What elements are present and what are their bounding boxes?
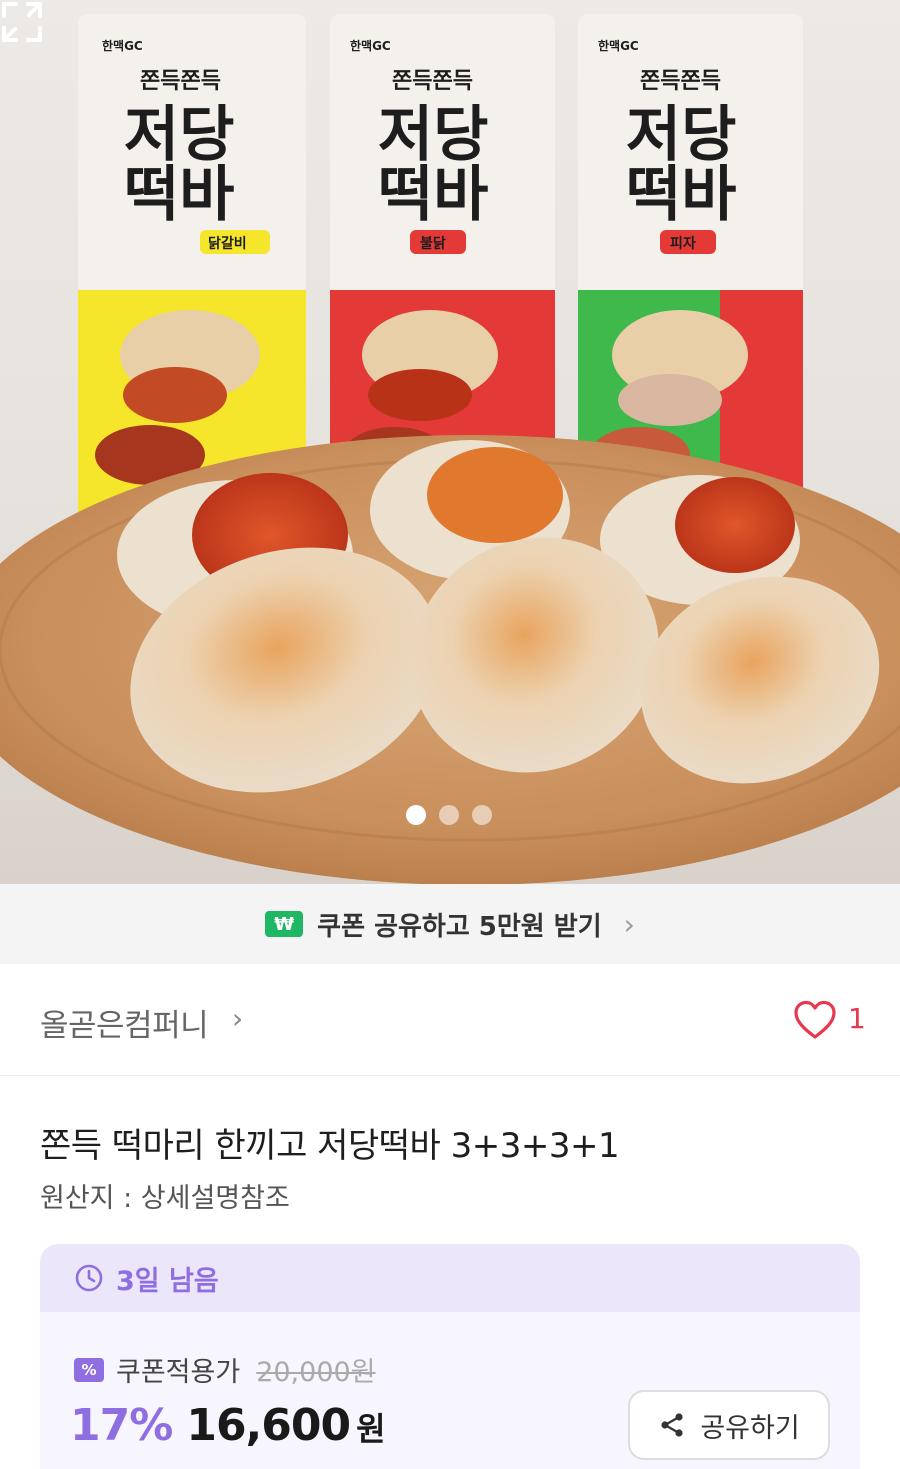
origin-info: 원산지 : 상세설명참조	[40, 1183, 290, 1214]
carousel-dots[interactable]	[406, 805, 492, 825]
coupon-share-banner[interactable]: ₩ 쿠폰 공유하고 5만원 받기 ›	[0, 884, 900, 964]
seller-name-link[interactable]: 올곧은컴퍼니	[40, 1000, 209, 1045]
svg-text:한맥GC: 한맥GC	[350, 38, 391, 53]
svg-text:피자: 피자	[670, 236, 696, 252]
svg-text:닭갈비: 닭갈비	[208, 235, 247, 252]
svg-text:떡바: 떡바	[124, 160, 234, 230]
coupon-banner-text: 쿠폰 공유하고 5만원 받기	[317, 911, 602, 942]
time-left-text: 3일 남음	[116, 1265, 219, 1297]
product-title: 쫀득 떡마리 한끼고 저당떡바 3+3+3+1	[40, 1126, 620, 1166]
coupon-price-label: 쿠폰적용가	[116, 1357, 241, 1388]
svg-text:쫀득쫀득: 쫀득쫀득	[640, 69, 721, 94]
svg-text:한맥GC: 한맥GC	[102, 38, 143, 53]
svg-text:쫀득쫀득: 쫀득쫀득	[392, 69, 473, 94]
final-price-row: 17% 16,600 원	[70, 1400, 386, 1451]
time-left-banner: 3일 남음	[40, 1244, 860, 1312]
svg-text:떡바: 떡바	[378, 160, 488, 230]
carousel-dot-1[interactable]	[406, 805, 426, 825]
final-price: 16,600	[186, 1400, 351, 1451]
share-button[interactable]: 공유하기	[628, 1390, 830, 1460]
share-icon	[661, 1413, 683, 1437]
svg-text:떡바: 떡바	[626, 160, 736, 230]
svg-text:한맥GC: 한맥GC	[598, 38, 639, 53]
svg-text:불닭: 불닭	[420, 235, 446, 252]
coupon-price-row: % 쿠폰적용가 20,000원	[74, 1350, 376, 1389]
share-button-label: 공유하기	[700, 1412, 800, 1444]
heart-icon[interactable]	[793, 1000, 837, 1040]
chevron-right-icon: ›	[623, 907, 635, 941]
package-dakgalbi: 한맥GC 쫀득쫀득 저당 떡바 닭갈비	[78, 14, 306, 524]
product-image-carousel[interactable]: 한맥GC 쫀득쫀득 저당 떡바 닭갈비 한맥GC 쫀득쫀득 저당 떡바 불닭 한…	[0, 0, 900, 884]
price-card: 3일 남음 % 쿠폰적용가 20,000원 17% 16,600 원 공유하기	[40, 1244, 860, 1469]
product-photo: 한맥GC 쫀득쫀득 저당 떡바 닭갈비 한맥GC 쫀득쫀득 저당 떡바 불닭 한…	[0, 14, 900, 884]
chevron-right-icon[interactable]: ›	[232, 1002, 243, 1035]
clock-icon	[75, 1264, 103, 1292]
svg-text:쫀득쫀득: 쫀득쫀득	[140, 69, 221, 94]
won-icon: ₩	[265, 911, 304, 937]
expand-icon[interactable]	[0, 0, 44, 44]
carousel-dot-2[interactable]	[439, 805, 459, 825]
currency-unit: 원	[356, 1410, 386, 1448]
coupon-percent-icon: %	[74, 1357, 104, 1382]
seller-row: 올곧은컴퍼니 › 1	[0, 964, 900, 1076]
discount-rate: 17%	[70, 1400, 173, 1451]
original-price: 20,000원	[256, 1357, 376, 1388]
carousel-dot-3[interactable]	[472, 805, 492, 825]
like-count: 1	[848, 1002, 866, 1035]
